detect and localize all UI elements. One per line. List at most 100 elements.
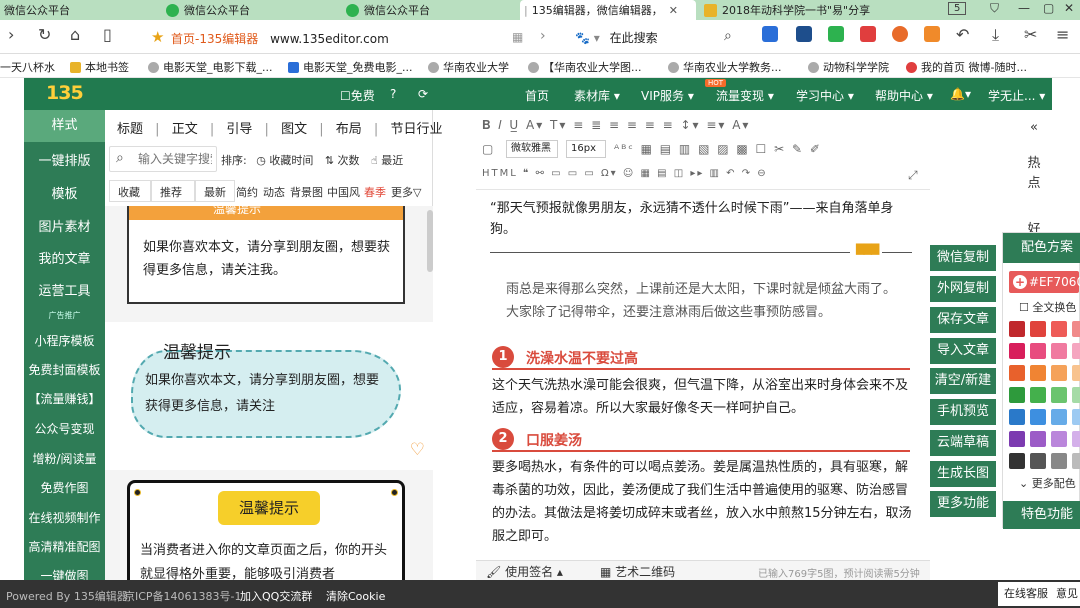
browser-tab[interactable]: 2018年动科学院一书"易"分享 <box>700 0 888 20</box>
window-close-icon[interactable]: ✕ <box>1064 1 1074 15</box>
mobile-preview-button[interactable]: 手机预览 <box>930 399 996 425</box>
color-swatch[interactable] <box>1072 321 1080 337</box>
current-color[interactable]: + #EF7060 <box>1009 271 1080 293</box>
cloud-draft-button[interactable]: 云端草稿 <box>930 430 996 456</box>
toolbar-row-1[interactable]: 𝐁 𝐼 U̲ A▾ T▾ ≡ ≣ ≡ ≡ ≡ ≡ ↕▾ ≡▾ A▾ <box>482 118 750 133</box>
sort-favorite-time[interactable]: ◷ 收藏时间 <box>256 154 313 167</box>
browser-tab[interactable]: 微信公众平台 <box>0 0 158 20</box>
nav-monetize[interactable]: 流量变现 ▾ <box>716 87 774 104</box>
shirt-icon[interactable]: ⛉ <box>990 1 999 16</box>
chevron-right-icon[interactable]: › <box>540 28 546 44</box>
expand-icon[interactable]: ⤢ <box>908 168 920 183</box>
bookmark[interactable]: 我的首页 微博-随时... <box>906 59 1027 75</box>
style-background[interactable]: 背景图 <box>290 184 323 200</box>
icp-number[interactable]: 京ICP备14061383号-1 <box>124 588 242 604</box>
user-menu[interactable]: 学无止... ▾ <box>988 87 1045 104</box>
long-image-button[interactable]: 生成长图 <box>930 461 996 487</box>
color-swatch[interactable] <box>1051 321 1067 337</box>
font-family-select[interactable]: 微软雅黑 <box>506 140 558 158</box>
color-swatch[interactable] <box>1030 431 1046 447</box>
color-swatch[interactable] <box>1030 387 1046 403</box>
color-swatch[interactable] <box>1009 321 1025 337</box>
sidebar-item-traffic[interactable]: 【流量赚钱】 <box>24 390 105 407</box>
all-recolor-checkbox[interactable]: ☐ 全文换色 <box>1019 299 1076 315</box>
clear-cookie-link[interactable]: 清除Cookie <box>326 588 385 604</box>
menu-icon[interactable]: ≡ <box>1056 25 1069 44</box>
arrow-icon[interactable] <box>796 26 812 42</box>
search-input[interactable] <box>138 150 212 168</box>
more-features-button[interactable]: 更多功能 <box>930 491 996 517</box>
filter-favorite[interactable]: 收藏 <box>109 180 151 202</box>
color-swatch[interactable] <box>1072 365 1080 381</box>
color-swatch[interactable] <box>1051 365 1067 381</box>
color-swatch[interactable] <box>1009 343 1025 359</box>
template-card[interactable]: 温馨提示 当消费者进入你的文章页面之后，你的开头就显得格外重要，能够吸引消费者 <box>127 480 405 580</box>
download-icon[interactable]: ⤓ <box>992 25 999 45</box>
color-swatch[interactable] <box>1072 453 1080 469</box>
editor-document[interactable]: “那天气预报就像男朋友，永远猜不透什么时候下雨”——来自角落单身狗。 ▇▇▇ 雨… <box>476 190 930 560</box>
sidebar-item-images[interactable]: 图片素材 <box>24 216 105 235</box>
template-card[interactable]: 温馨提示 如果你喜欢本文，请分享到朋友圈，想要获得更多信息，请关注我。 <box>127 206 405 304</box>
help-icon[interactable]: ? <box>390 87 396 101</box>
game-icon[interactable] <box>860 26 876 42</box>
search-icon[interactable]: ⌕ <box>724 28 732 44</box>
sort-count[interactable]: ⇅ 次数 <box>325 154 360 167</box>
tab-festival[interactable]: 节日行业 <box>390 122 442 137</box>
bookmark[interactable]: 电影天堂_免费电影_... <box>288 59 413 75</box>
tab-title[interactable]: 标题 <box>117 122 143 137</box>
color-swatch[interactable] <box>1009 453 1025 469</box>
camera-icon[interactable] <box>924 26 940 42</box>
qr-icon[interactable]: ▦ <box>512 30 523 44</box>
color-swatch[interactable] <box>1009 387 1025 403</box>
color-swatch[interactable] <box>1072 409 1080 425</box>
browser-tab[interactable]: 微信公众平台 <box>162 0 338 20</box>
special-features-button[interactable]: 特色功能 <box>1003 501 1080 529</box>
sidebar-item-fans[interactable]: 增粉/阅读量 <box>24 450 105 467</box>
bookmark[interactable]: 本地书签 <box>70 59 129 75</box>
tab-layout[interactable]: 布局 <box>336 122 362 137</box>
filter-recommend[interactable]: 推荐 <box>151 180 195 202</box>
signature-button[interactable]: 🖌 使用签名 ▴ <box>486 563 563 580</box>
color-swatch[interactable] <box>1072 343 1080 359</box>
refresh-icon[interactable]: ⟳ <box>418 87 428 101</box>
color-swatch[interactable] <box>1030 453 1046 469</box>
online-service-button[interactable]: 在线客服 <box>998 582 1054 606</box>
sidebar-item-my-articles[interactable]: 我的文章 <box>24 248 105 267</box>
color-swatch[interactable] <box>1030 321 1046 337</box>
tab-image-text[interactable]: 图文 <box>281 122 307 137</box>
toolbar-row-2[interactable]: ᴬᴮᶜ ▦ ▤ ▥ ▧ ▨ ▩ ☐ ✂ ✎ ✐ <box>614 142 822 156</box>
heart-icon[interactable]: ♡ <box>410 440 425 460</box>
tab-guide[interactable]: 引导 <box>226 122 252 137</box>
tab-counter[interactable]: 5 <box>948 2 967 15</box>
wechat-copy-button[interactable]: 微信复制 <box>930 245 996 271</box>
forward-icon[interactable]: › <box>8 25 14 44</box>
color-swatch[interactable] <box>1030 365 1046 381</box>
bookmark[interactable]: 电影天堂_电影下载_... <box>148 59 273 75</box>
nav-learn[interactable]: 学习中心 ▾ <box>796 87 854 104</box>
save-article-button[interactable]: 保存文章 <box>930 307 996 333</box>
collapse-icon[interactable]: « <box>1016 120 1052 135</box>
color-swatch[interactable] <box>1051 387 1067 403</box>
feedback-button[interactable]: 意见 <box>1054 582 1080 606</box>
color-swatch[interactable] <box>1051 453 1067 469</box>
color-swatch[interactable] <box>1009 365 1025 381</box>
color-swatch[interactable] <box>1030 409 1046 425</box>
close-icon[interactable]: ✕ <box>669 4 678 17</box>
color-swatch[interactable] <box>1051 431 1067 447</box>
reader-icon[interactable]: ▯ <box>103 25 112 44</box>
sidebar-item-onekey[interactable]: 一键排版 <box>24 150 105 169</box>
browser-tab[interactable]: 微信公众平台 <box>342 0 518 20</box>
minimize-icon[interactable]: — <box>1018 1 1030 15</box>
scrollbar[interactable] <box>427 210 433 272</box>
import-article-button[interactable]: 导入文章 <box>930 338 996 364</box>
bookmark[interactable]: 一天八杯水 <box>0 59 55 75</box>
nav-help[interactable]: 帮助中心 ▾ <box>875 87 933 104</box>
sidebar-item-monetize[interactable]: 公众号变现 <box>24 420 105 437</box>
color-swatch[interactable] <box>1009 431 1025 447</box>
color-swatch[interactable] <box>1030 343 1046 359</box>
address-bar[interactable]: 首页-135编辑器 www.135editor.com <box>171 30 389 47</box>
sidebar-item-style[interactable]: 样式 <box>24 110 105 142</box>
hot-topics-tab[interactable]: 热点 <box>1022 154 1046 194</box>
star-icon[interactable]: ★ <box>151 28 164 46</box>
gamepad-icon[interactable] <box>892 26 908 42</box>
